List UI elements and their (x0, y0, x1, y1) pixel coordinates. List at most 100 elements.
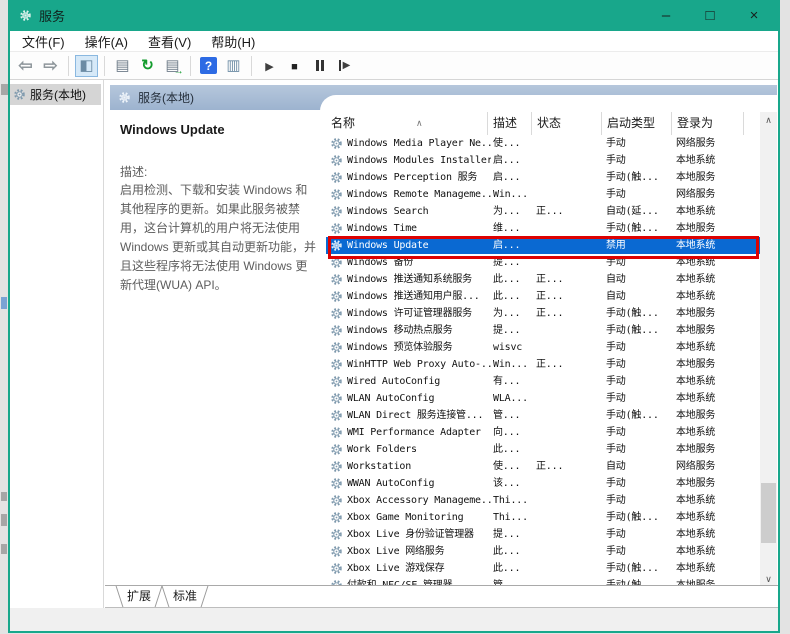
service-row[interactable]: Windows 推送通知用户服... 此... 正... 自动 本地系统 (326, 288, 760, 305)
service-gear-icon (330, 375, 343, 388)
service-row[interactable]: Windows Search 为... 正... 自动(延... 本地系统 (326, 203, 760, 220)
service-startup-type: 自动 (606, 461, 626, 472)
column-header-logon-as[interactable]: 登录为 (672, 112, 744, 135)
toolbar-separator (104, 55, 105, 76)
service-row[interactable]: Windows Time 维... 手动(触... 本地服务 (326, 220, 760, 237)
service-status (536, 407, 604, 424)
service-row[interactable]: Xbox Accessory Manageme... Thi... 手动 本地系统 (326, 492, 760, 509)
service-name: Windows Search (347, 206, 429, 217)
service-startup-type: 手动 (606, 359, 626, 370)
service-row[interactable]: Windows 移动热点服务 提... 手动(触... 本地服务 (326, 322, 760, 339)
service-row[interactable]: Windows Modules Installer 启... 手动 本地系统 (326, 152, 760, 169)
column-header-description[interactable]: 描述 (488, 112, 532, 135)
service-logon-as: 本地服务 (676, 478, 716, 489)
service-row[interactable]: Xbox Live 网络服务 此... 手动 本地系统 (326, 543, 760, 560)
service-gear-icon (330, 426, 343, 439)
toolbar-separator (251, 55, 252, 76)
description-panel: Windows Update 描述: 启用检测、下载和安装 Windows 和其… (110, 110, 320, 585)
show-console-tree-button[interactable] (75, 54, 98, 77)
service-status (536, 373, 604, 390)
service-row[interactable]: WMI Performance Adapter 向... 手动 本地系统 (326, 424, 760, 441)
service-name: WLAN Direct 服务连接管... (347, 410, 484, 421)
service-row[interactable]: Xbox Live 游戏保存 此... 手动(触... 本地系统 (326, 560, 760, 577)
service-row[interactable]: Windows Media Player Ne... 使... 手动 网络服务 (326, 135, 760, 152)
scrollbar-thumb[interactable] (761, 483, 776, 543)
refresh-icon (141, 56, 154, 75)
service-startup-type: 手动 (606, 546, 626, 557)
service-name: Wired AutoConfig (347, 376, 441, 387)
menu-item-help[interactable]: 帮助(H) (201, 30, 265, 53)
service-logon-as: 本地服务 (676, 325, 716, 336)
service-description: 有... (493, 376, 521, 387)
service-row[interactable]: Work Folders 此... 手动 本地服务 (326, 441, 760, 458)
service-row[interactable]: Windows Remote Manageme... Win... 手动 网络服务 (326, 186, 760, 203)
service-gear-icon (330, 545, 343, 558)
start-service-button[interactable] (258, 55, 281, 77)
service-row[interactable]: Xbox Live 身份验证管理器 提... 手动 本地系统 (326, 526, 760, 543)
service-row[interactable]: WinHTTP Web Proxy Auto-... Win... 正... 手动 本地… (326, 356, 760, 373)
service-startup-type: 手动 (606, 376, 626, 387)
properties-button[interactable] (111, 55, 134, 77)
service-row[interactable]: WLAN Direct 服务连接管... 管... 手动(触... 本地服务 (326, 407, 760, 424)
service-status (536, 424, 604, 441)
stop-service-button[interactable] (283, 55, 306, 77)
tree-item-services-local[interactable]: 服务(本地) (10, 84, 101, 105)
service-description: 该... (493, 478, 521, 489)
menu-item-action[interactable]: 操作(A) (75, 30, 138, 53)
menu-item-view[interactable]: 查看(V) (138, 30, 201, 53)
service-row[interactable]: Windows 预览体验服务 wisvc 手动 本地系统 (326, 339, 760, 356)
service-description: 此... (493, 274, 521, 285)
service-row[interactable]: Windows Perception 服务 启... 手动(触... 本地服务 (326, 169, 760, 186)
maximize-button[interactable]: □ (688, 0, 732, 31)
service-name: WinHTTP Web Proxy Auto-... (347, 359, 491, 370)
service-gear-icon (330, 460, 343, 473)
service-name: WMI Performance Adapter (347, 427, 481, 438)
properties-icon (115, 56, 129, 75)
pause-service-button[interactable] (308, 55, 331, 77)
desktop: 服务 – □ × 文件(F) 操作(A) 查看(V) 帮助(H) ⇦ ⇨ ◧ ▤… (0, 0, 790, 634)
vertical-scrollbar[interactable] (760, 112, 777, 588)
export-list-button[interactable] (161, 55, 184, 77)
extended-view-icon (226, 56, 240, 75)
toolbar-separator (190, 55, 191, 76)
menu-item-file[interactable]: 文件(F) (12, 30, 75, 53)
close-button[interactable]: × (732, 0, 776, 31)
service-status (536, 186, 604, 203)
service-gear-icon (330, 409, 343, 422)
service-description: 为... (493, 206, 521, 217)
back-button[interactable] (14, 55, 37, 77)
service-description: 此... (493, 563, 521, 574)
scrollbar-up-button[interactable] (760, 112, 777, 129)
service-startup-type: 手动 (606, 427, 626, 438)
tab-standard[interactable]: 标准 (163, 586, 207, 607)
service-row[interactable]: WWAN AutoConfig 该... 手动 本地服务 (326, 475, 760, 492)
tab-extended[interactable]: 扩展 (117, 586, 161, 607)
service-description: Win... (493, 189, 528, 200)
column-header-status[interactable]: 状态 (532, 112, 602, 135)
service-row[interactable]: Windows 许可证管理器服务 为... 正... 手动(触... 本地服务 (326, 305, 760, 322)
service-description: Thi... (493, 495, 528, 506)
service-name: Workstation (347, 461, 412, 472)
help-button[interactable] (197, 55, 220, 77)
service-gear-icon (330, 290, 343, 303)
service-logon-as: 本地服务 (676, 359, 716, 370)
restart-service-button[interactable] (333, 55, 356, 77)
service-row[interactable]: Xbox Game Monitoring Thi... 手动(触... 本地系统 (326, 509, 760, 526)
column-header-startup-type[interactable]: 启动类型 (602, 112, 672, 135)
minimize-button[interactable]: – (644, 0, 688, 31)
service-status (536, 475, 604, 492)
column-header-name[interactable]: 名称 (320, 112, 488, 135)
service-description: Thi... (493, 512, 528, 523)
refresh-button[interactable] (136, 55, 159, 77)
service-row[interactable]: Windows 推送通知系统服务 此... 正... 自动 本地系统 (326, 271, 760, 288)
service-row[interactable]: WLAN AutoConfig WLA... 手动 本地系统 (326, 390, 760, 407)
selected-service-title: Windows Update (120, 122, 225, 137)
service-status (536, 492, 604, 509)
service-startup-type: 自动(延... (606, 206, 659, 217)
service-row[interactable]: Wired AutoConfig 有... 手动 本地系统 (326, 373, 760, 390)
extended-view-button[interactable] (222, 55, 245, 77)
service-name: Xbox Game Monitoring (347, 512, 464, 523)
forward-button[interactable] (39, 55, 62, 77)
service-gear-icon (330, 222, 343, 235)
service-row[interactable]: Workstation 使... 正... 自动 网络服务 (326, 458, 760, 475)
